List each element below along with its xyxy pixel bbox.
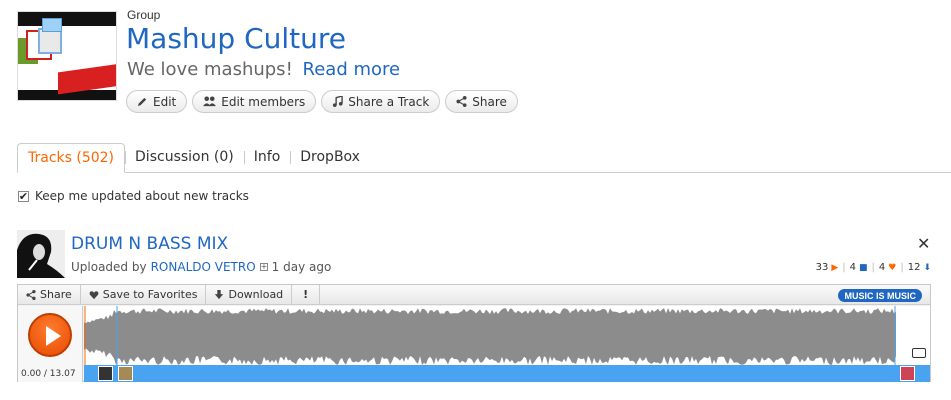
share-button-label: Share <box>472 94 507 109</box>
share-button[interactable]: Share <box>445 90 518 113</box>
edit-members-button-label: Edit members <box>221 94 306 109</box>
time-display: 0.00 / 13.07 <box>21 369 76 379</box>
plays-count: 33 <box>815 262 829 273</box>
save-to-favorites-label: Save to Favorites <box>102 288 198 301</box>
genre-badge[interactable]: MUSIC IS MUSIC <box>838 289 922 302</box>
tab-dropbox[interactable]: DropBox <box>290 142 370 172</box>
comment-avatar[interactable] <box>98 366 113 381</box>
edit-button[interactable]: Edit <box>126 90 188 113</box>
play-area: 0.00 / 13.07 <box>18 306 83 382</box>
downloads-count: 12 <box>907 262 921 273</box>
uploaded-by-label: Uploaded by <box>71 260 147 274</box>
favorites-count: 4 <box>878 262 886 273</box>
waveform[interactable] <box>84 306 930 382</box>
group-avatar <box>17 11 117 101</box>
download-label: Download <box>228 288 284 301</box>
group-actions: Edit Edit members Share a Track Share <box>126 90 518 113</box>
read-more-link[interactable]: Read more <box>303 59 401 80</box>
group-title[interactable]: Mashup Culture <box>126 22 346 55</box>
track-stats: 33 ▶ | 4 ■ | 4 ♥ | 12 ⬇ <box>815 262 931 273</box>
tab-discussion[interactable]: Discussion (0) <box>125 142 244 172</box>
play-count-icon: ▶ <box>831 262 839 273</box>
player-share-label: Share <box>40 288 72 301</box>
group-description-text: We love mashups! <box>127 59 293 80</box>
share-icon <box>456 96 467 107</box>
share-icon <box>26 289 36 300</box>
edit-members-button[interactable]: Edit members <box>192 90 317 113</box>
uploader-link[interactable]: RONALDO VETRO <box>151 260 256 274</box>
heart-icon <box>89 290 99 299</box>
upload-age: 1 day ago <box>271 260 332 274</box>
share-a-track-button[interactable]: Share a Track <box>321 90 441 113</box>
group-tabs: Tracks (502) Discussion (0) Info DropBox <box>17 143 951 173</box>
keep-updated-checkbox[interactable]: ✔ <box>18 190 29 202</box>
tab-tracks[interactable]: Tracks (502) <box>17 143 126 173</box>
player-share-button[interactable]: Share <box>18 284 81 305</box>
group-description: We love mashups! Read more <box>127 59 400 80</box>
waveform-shape <box>84 308 896 365</box>
comment-icon[interactable] <box>912 348 926 358</box>
track-meta: Uploaded by RONALDO VETRO + 1 day ago <box>71 260 331 274</box>
music-note-icon <box>333 96 344 107</box>
close-icon[interactable]: ✕ <box>917 234 930 254</box>
track-player: Share Save to Favorites Download ! MUSIC… <box>17 284 931 382</box>
share-a-track-button-label: Share a Track <box>348 94 430 109</box>
download-icon <box>215 289 224 299</box>
player-toolbar: Share Save to Favorites Download ! MUSIC… <box>18 284 930 305</box>
download-count-icon: ⬇ <box>923 262 931 273</box>
comment-avatar[interactable] <box>900 366 915 381</box>
track-avatar[interactable] <box>17 230 65 278</box>
keep-updated-label: Keep me updated about new tracks <box>35 189 249 203</box>
tab-info[interactable]: Info <box>243 142 291 172</box>
comment-avatar[interactable] <box>118 366 133 381</box>
report-button[interactable]: ! <box>292 284 321 305</box>
comments-count: 4 <box>849 262 856 273</box>
keep-updated-option: ✔ Keep me updated about new tracks <box>18 189 249 203</box>
pencil-icon <box>137 97 147 107</box>
users-icon <box>203 96 217 107</box>
play-button[interactable] <box>28 313 72 357</box>
download-button[interactable]: Download <box>206 284 293 305</box>
heart-icon: ♥ <box>888 262 897 273</box>
track-title[interactable]: DRUM N BASS MIX <box>71 234 228 254</box>
progress-bar[interactable] <box>84 365 930 382</box>
follow-plus-icon[interactable]: + <box>259 263 268 271</box>
edit-button-label: Edit <box>153 94 177 109</box>
save-to-favorites-button[interactable]: Save to Favorites <box>81 284 207 305</box>
comment-count-icon: ■ <box>859 262 868 273</box>
group-label: Group <box>127 8 161 22</box>
